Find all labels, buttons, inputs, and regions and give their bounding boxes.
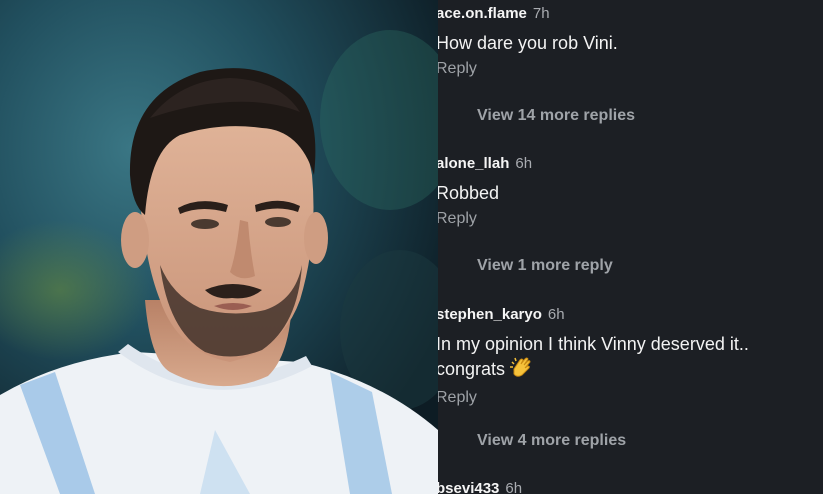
comment-meta: alone_llah 6h <box>438 155 823 173</box>
comment-text-line: In my opinion I think Vinny deserved it.… <box>438 334 749 354</box>
comment-username[interactable]: alone_llah <box>438 155 509 172</box>
comment-meta: stephen_karyo 6h <box>438 306 823 324</box>
comment-meta: bsevi433 6h <box>438 480 823 494</box>
view-more-replies-button[interactable]: View 1 more reply <box>477 256 613 276</box>
reply-button[interactable]: Reply <box>438 388 823 408</box>
comment-time: 6h <box>515 155 533 172</box>
view-more-replies-button[interactable]: View 4 more replies <box>477 431 626 451</box>
comment-item: stephen_karyo 6h In my opinion I think Vi… <box>438 306 823 408</box>
comment-text: Robbed <box>438 183 500 203</box>
comment-time: 6h <box>505 480 523 494</box>
screenshot-root: ace.on.flame 7h How dare you rob Vini. Re… <box>0 0 823 494</box>
reply-button[interactable]: Reply <box>438 59 823 79</box>
comment-time: 6h <box>547 306 565 323</box>
comment-time: 7h <box>532 5 550 22</box>
player-photo <box>0 0 438 494</box>
comment-text: In my opinion I think Vinny deserved it.… <box>438 332 823 384</box>
comment-text: How dare you rob Vini. <box>438 33 618 53</box>
comment-item: ace.on.flame 7h How dare you rob Vini. Re… <box>438 5 823 79</box>
comment-text-word: congrats <box>438 359 506 379</box>
comment-meta: ace.on.flame 7h <box>438 5 823 23</box>
comments-panel: ace.on.flame 7h How dare you rob Vini. Re… <box>438 0 823 494</box>
clapping-hands-icon <box>509 356 533 384</box>
comment-username[interactable]: bsevi433 <box>438 480 499 494</box>
comment-username[interactable]: ace.on.flame <box>438 5 527 22</box>
view-more-replies-button[interactable]: View 14 more replies <box>477 106 635 126</box>
reply-button[interactable]: Reply <box>438 209 823 229</box>
comment-item: bsevi433 6h <box>438 480 823 494</box>
comment-text-line: congrats <box>438 356 823 384</box>
comment-username[interactable]: stephen_karyo <box>438 306 542 323</box>
comment-item: alone_llah 6h Robbed Reply <box>438 155 823 229</box>
